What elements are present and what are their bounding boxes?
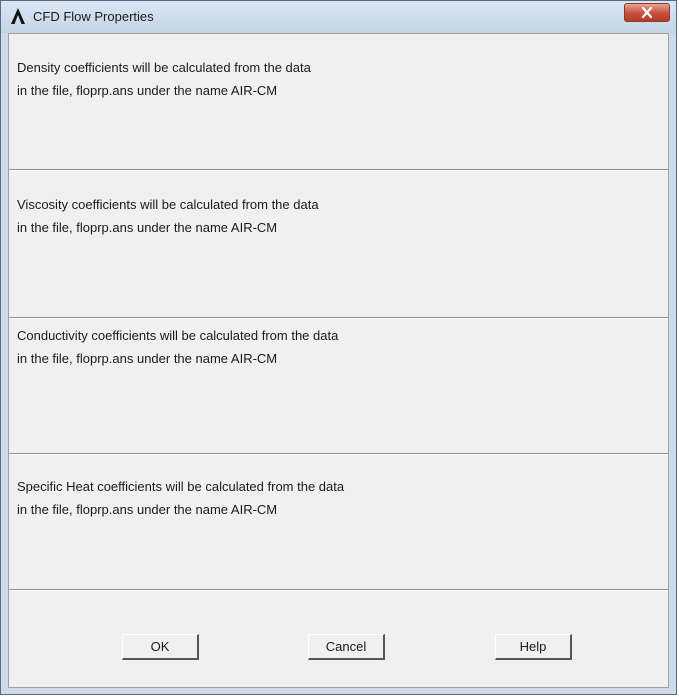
ansys-logo-icon (11, 8, 25, 24)
window-title: CFD Flow Properties (33, 9, 154, 24)
panel-text-line: Conductivity coefficients will be calcul… (17, 328, 339, 343)
specific-heat-panel: Specific Heat coefficients will be calcu… (9, 454, 668, 590)
title-bar[interactable]: CFD Flow Properties (1, 1, 676, 33)
help-button[interactable]: Help (495, 634, 572, 660)
panel-text-line: in the file, floprp.ans under the name A… (17, 220, 278, 235)
panel-text-line: in the file, floprp.ans under the name A… (17, 83, 278, 98)
cancel-button[interactable]: Cancel (308, 634, 385, 660)
panel-text-line: in the file, floprp.ans under the name A… (17, 502, 278, 517)
panel-text-line: Specific Heat coefficients will be calcu… (17, 479, 345, 494)
close-button[interactable] (624, 3, 670, 22)
density-panel: Density coefficients will be calculated … (9, 34, 668, 170)
dialog-window: CFD Flow Properties Density coefficients… (0, 0, 677, 695)
close-icon (641, 7, 653, 18)
panel-text-line: Density coefficients will be calculated … (17, 60, 311, 75)
panel-text-line: in the file, floprp.ans under the name A… (17, 351, 278, 366)
viscosity-panel: Viscosity coefficients will be calculate… (9, 170, 668, 318)
conductivity-panel: Conductivity coefficients will be calcul… (9, 318, 668, 454)
ok-button[interactable]: OK (122, 634, 199, 660)
dialog-body: Density coefficients will be calculated … (8, 33, 669, 688)
panel-text-line: Viscosity coefficients will be calculate… (17, 197, 319, 212)
